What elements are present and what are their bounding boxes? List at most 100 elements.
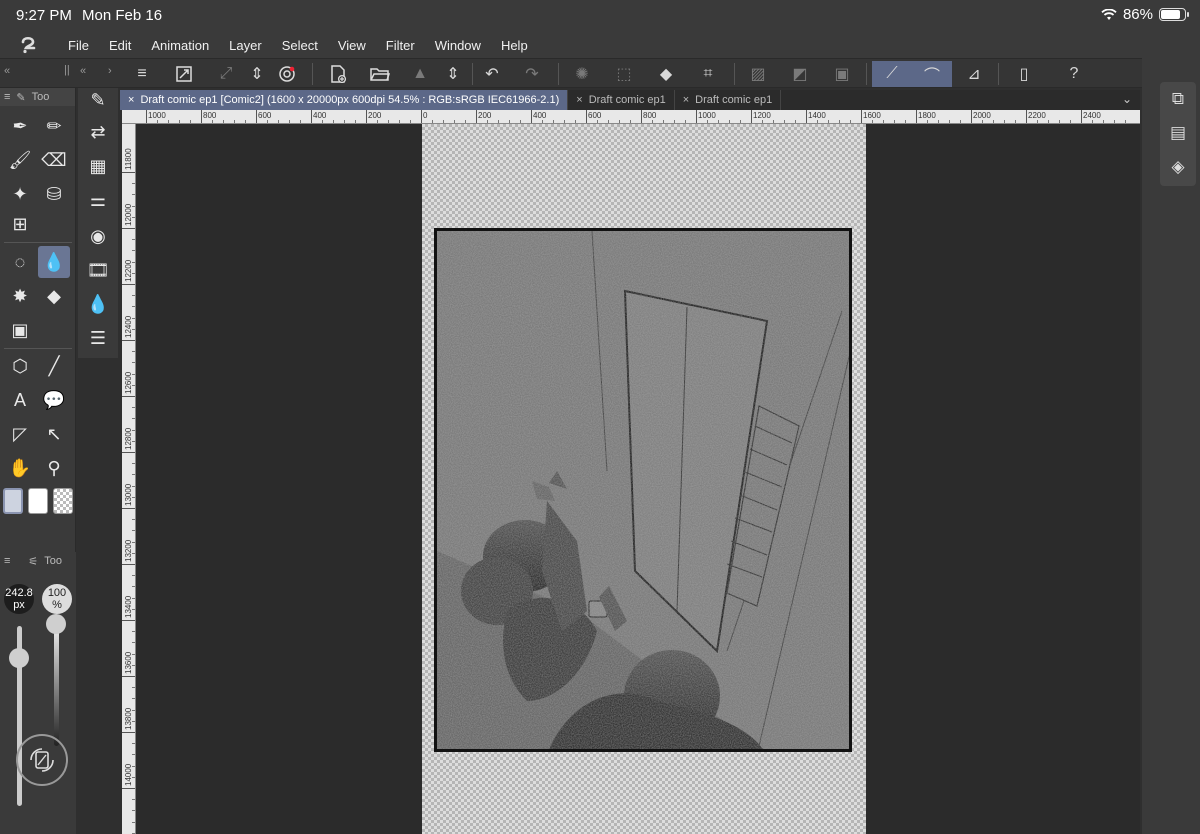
status-right: 86% xyxy=(1101,6,1189,23)
ruler-label: 600 xyxy=(588,111,602,120)
collapse-left-icon[interactable]: « xyxy=(4,65,10,77)
snap-icon[interactable]: ◩ xyxy=(786,61,814,87)
loading-icon[interactable]: ✺ xyxy=(568,61,596,87)
sub-tool-navigator-icon[interactable]: ⇄ xyxy=(82,116,114,148)
tool-panel-header[interactable]: ≡ ✎ Too xyxy=(0,88,75,106)
color-set-icon[interactable]: ▦ xyxy=(82,150,114,182)
transform-icon[interactable]: ⤢ xyxy=(212,61,240,87)
battery-percent: 86% xyxy=(1122,6,1153,23)
tool-property-header[interactable]: ≡ ⚟ Too xyxy=(0,552,76,570)
close-tab-icon[interactable]: × xyxy=(576,94,582,106)
crop-icon[interactable]: ⌗ xyxy=(694,61,722,87)
open-folder-icon[interactable] xyxy=(366,61,394,87)
sub-tool-brush-icon[interactable]: ✎ xyxy=(82,84,114,116)
menu-select[interactable]: Select xyxy=(272,38,328,53)
flip-vertical-icon[interactable]: ⇕ xyxy=(243,61,271,87)
snap-special-ruler-icon[interactable]: ⌒ xyxy=(912,61,952,87)
brush-tool-icon[interactable]: 🖌 xyxy=(4,144,36,176)
eyedropper-tool-icon[interactable]: ⚲ xyxy=(38,452,70,484)
text-tool-icon[interactable]: A xyxy=(4,384,36,416)
canvas-area[interactable] xyxy=(136,124,1140,834)
fill-bucket-icon[interactable]: ◆ xyxy=(38,280,70,312)
canvas-paper[interactable] xyxy=(422,124,866,834)
menu-layer[interactable]: Layer xyxy=(219,38,272,53)
main-color-swatch[interactable] xyxy=(3,488,23,514)
airbrush-tool-icon[interactable]: ⛁ xyxy=(38,178,70,210)
menu-help[interactable]: Help xyxy=(491,38,538,53)
layers-icon[interactable]: ◈ xyxy=(1165,154,1191,180)
magic-wand-icon[interactable]: ✸ xyxy=(4,280,36,312)
snap-grid-icon[interactable]: ⊿ xyxy=(960,61,988,87)
timeline-icon[interactable]: 🎞 xyxy=(82,254,114,286)
sub-color-swatch[interactable] xyxy=(28,488,48,514)
collapse-sub-icon[interactable]: « xyxy=(80,65,86,77)
sparkle-tool-icon[interactable]: ✦ xyxy=(4,178,36,210)
adjust-icon[interactable]: ⚌ xyxy=(82,184,114,216)
tab-document-3[interactable]: × Draft comic ep1 xyxy=(675,90,782,110)
battery-icon xyxy=(1159,8,1189,21)
panel-menu-icon[interactable]: ≡ xyxy=(4,555,10,567)
panel-grip-icon[interactable]: || xyxy=(64,64,70,76)
menu-edit[interactable]: Edit xyxy=(99,38,141,53)
smartphone-icon[interactable]: ▯ xyxy=(1010,61,1038,87)
menu-view[interactable]: View xyxy=(328,38,376,53)
ruler-tick xyxy=(122,284,135,285)
export-toggle-icon[interactable]: ⇕ xyxy=(439,61,467,87)
transparent-color-swatch[interactable] xyxy=(53,488,73,514)
brush-size-value[interactable]: 242.8 px xyxy=(4,584,34,614)
gradient-tool-icon[interactable]: ▣ xyxy=(4,314,36,346)
history-icon[interactable]: ☰ xyxy=(82,322,114,354)
brush-opacity-thumb[interactable] xyxy=(46,614,66,634)
object-tool-icon[interactable]: ⬡ xyxy=(4,350,36,382)
layer-property-icon[interactable]: ◉ xyxy=(82,220,114,252)
hand-tool-icon[interactable]: ✋ xyxy=(4,452,36,484)
menu-animation[interactable]: Animation xyxy=(141,38,219,53)
close-tab-icon[interactable]: × xyxy=(683,94,689,106)
eraser-tool-icon[interactable]: ⌫ xyxy=(38,144,70,176)
hamburger-icon[interactable]: ≡ xyxy=(128,61,156,87)
snap-ruler-icon[interactable]: ⟋ xyxy=(872,61,912,87)
blend-property-icon[interactable]: 💧 xyxy=(82,288,114,320)
brush-opacity-slider[interactable] xyxy=(54,626,59,746)
help-icon[interactable]: ? xyxy=(1060,61,1088,87)
blend-tool-icon[interactable]: 💧 xyxy=(38,246,70,278)
tab-overflow-chevron-down-icon[interactable]: ⌄ xyxy=(1122,92,1132,106)
menu-file[interactable]: File xyxy=(58,38,99,53)
expand-icon[interactable]: › xyxy=(108,65,112,77)
pen-tool-icon[interactable]: ✒ xyxy=(4,110,36,142)
line-tool-icon[interactable]: ╱ xyxy=(38,350,70,382)
mesh-tool-icon[interactable]: ⊞ xyxy=(4,208,36,240)
tab-document-1[interactable]: × Draft comic ep1 [Comic2] (1600 x 20000… xyxy=(120,90,569,110)
tab-label: Draft comic ep1 [Comic2] (1600 x 20000px… xyxy=(140,94,560,106)
material-panel-icon[interactable]: ▤ xyxy=(1165,120,1191,146)
clear-selection-icon[interactable]: ⬚ xyxy=(610,61,638,87)
menu-filter[interactable]: Filter xyxy=(376,38,425,53)
undo-icon[interactable]: ↶ xyxy=(478,61,506,87)
brush-opacity-value[interactable]: 100 % xyxy=(42,584,72,614)
brush-size-thumb[interactable] xyxy=(9,648,29,668)
fill-icon[interactable]: ◆ xyxy=(652,61,680,87)
balloon-tool-icon[interactable]: 💬 xyxy=(38,384,70,416)
lasso-tool-icon[interactable]: ◌ xyxy=(4,246,36,278)
frame-border-tool-icon[interactable]: ◸ xyxy=(4,418,36,450)
correct-line-tool-icon[interactable]: ↖ xyxy=(38,418,70,450)
ruler-label: 11800 xyxy=(124,148,133,170)
redo-icon[interactable]: ↷ xyxy=(518,61,546,87)
rotate-canvas-icon[interactable] xyxy=(16,734,68,786)
close-tab-icon[interactable]: × xyxy=(128,94,134,106)
record-icon[interactable] xyxy=(273,61,301,87)
command-bar: « || « › ≡ ⤢ ⇕ ▲ ⇕ ↶ ↷ ✺ ⬚ ◆ ⌗ ▨ ◩ ▣ ⟋ ⌒… xyxy=(0,58,1200,88)
save-icon[interactable]: ▲ xyxy=(406,61,434,87)
frame-icon[interactable]: ▣ xyxy=(828,61,856,87)
brush-panel: ≡ ⚟ Too 242.8 px 100 % xyxy=(0,552,76,834)
comic-panel-artwork[interactable] xyxy=(434,228,852,752)
resize-canvas-icon[interactable] xyxy=(170,61,198,87)
hide-selection-icon[interactable]: ▨ xyxy=(744,61,772,87)
panel-menu-icon[interactable]: ≡ xyxy=(4,91,10,103)
layer-property-panel-icon[interactable]: ⧉ xyxy=(1165,86,1191,112)
tab-document-2[interactable]: × Draft comic ep1 xyxy=(568,90,675,110)
menu-window[interactable]: Window xyxy=(425,38,491,53)
app-logo-icon[interactable] xyxy=(0,32,58,58)
pencil-tool-icon[interactable]: ✏ xyxy=(38,110,70,142)
new-file-icon[interactable] xyxy=(324,61,352,87)
